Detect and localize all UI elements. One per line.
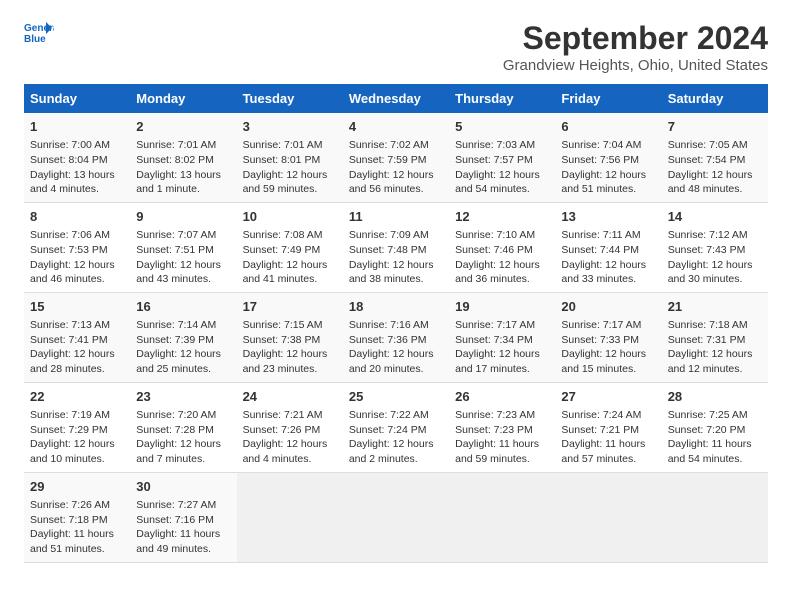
day-number: 23 bbox=[136, 388, 230, 406]
calendar-cell bbox=[343, 472, 449, 562]
calendar-cell: 1Sunrise: 7:00 AMSunset: 8:04 PMDaylight… bbox=[24, 113, 130, 202]
calendar-cell: 5Sunrise: 7:03 AMSunset: 7:57 PMDaylight… bbox=[449, 113, 555, 202]
day-number: 26 bbox=[455, 388, 549, 406]
calendar-cell: 12Sunrise: 7:10 AMSunset: 7:46 PMDayligh… bbox=[449, 202, 555, 292]
title-area: September 2024 Grandview Heights, Ohio, … bbox=[503, 20, 768, 74]
calendar-cell: 30Sunrise: 7:27 AMSunset: 7:16 PMDayligh… bbox=[130, 472, 236, 562]
calendar-cell bbox=[662, 472, 768, 562]
day-number: 19 bbox=[455, 298, 549, 316]
day-number: 17 bbox=[243, 298, 337, 316]
calendar-week-row: 29Sunrise: 7:26 AMSunset: 7:18 PMDayligh… bbox=[24, 472, 768, 562]
calendar-cell: 15Sunrise: 7:13 AMSunset: 7:41 PMDayligh… bbox=[24, 292, 130, 382]
day-number: 22 bbox=[30, 388, 124, 406]
calendar-week-row: 15Sunrise: 7:13 AMSunset: 7:41 PMDayligh… bbox=[24, 292, 768, 382]
day-number: 24 bbox=[243, 388, 337, 406]
day-number: 2 bbox=[136, 118, 230, 136]
calendar-cell: 23Sunrise: 7:20 AMSunset: 7:28 PMDayligh… bbox=[130, 382, 236, 472]
day-number: 4 bbox=[349, 118, 443, 136]
day-number: 25 bbox=[349, 388, 443, 406]
col-sunday: Sunday bbox=[24, 84, 130, 113]
calendar-cell: 3Sunrise: 7:01 AMSunset: 8:01 PMDaylight… bbox=[237, 113, 343, 202]
calendar-cell: 19Sunrise: 7:17 AMSunset: 7:34 PMDayligh… bbox=[449, 292, 555, 382]
calendar-cell: 14Sunrise: 7:12 AMSunset: 7:43 PMDayligh… bbox=[662, 202, 768, 292]
calendar-cell: 8Sunrise: 7:06 AMSunset: 7:53 PMDaylight… bbox=[24, 202, 130, 292]
day-number: 27 bbox=[561, 388, 655, 406]
day-number: 6 bbox=[561, 118, 655, 136]
day-number: 15 bbox=[30, 298, 124, 316]
day-number: 29 bbox=[30, 478, 124, 496]
day-number: 9 bbox=[136, 208, 230, 226]
day-number: 12 bbox=[455, 208, 549, 226]
day-number: 5 bbox=[455, 118, 549, 136]
page-title: September 2024 bbox=[503, 20, 768, 57]
calendar-cell: 13Sunrise: 7:11 AMSunset: 7:44 PMDayligh… bbox=[555, 202, 661, 292]
col-saturday: Saturday bbox=[662, 84, 768, 113]
calendar-week-row: 22Sunrise: 7:19 AMSunset: 7:29 PMDayligh… bbox=[24, 382, 768, 472]
calendar-cell: 27Sunrise: 7:24 AMSunset: 7:21 PMDayligh… bbox=[555, 382, 661, 472]
calendar-cell: 6Sunrise: 7:04 AMSunset: 7:56 PMDaylight… bbox=[555, 113, 661, 202]
day-number: 21 bbox=[668, 298, 762, 316]
calendar-cell: 26Sunrise: 7:23 AMSunset: 7:23 PMDayligh… bbox=[449, 382, 555, 472]
calendar-cell: 4Sunrise: 7:02 AMSunset: 7:59 PMDaylight… bbox=[343, 113, 449, 202]
calendar-cell: 10Sunrise: 7:08 AMSunset: 7:49 PMDayligh… bbox=[237, 202, 343, 292]
day-number: 13 bbox=[561, 208, 655, 226]
calendar-cell: 9Sunrise: 7:07 AMSunset: 7:51 PMDaylight… bbox=[130, 202, 236, 292]
calendar-cell bbox=[237, 472, 343, 562]
calendar-cell: 20Sunrise: 7:17 AMSunset: 7:33 PMDayligh… bbox=[555, 292, 661, 382]
calendar-cell: 28Sunrise: 7:25 AMSunset: 7:20 PMDayligh… bbox=[662, 382, 768, 472]
calendar-cell: 18Sunrise: 7:16 AMSunset: 7:36 PMDayligh… bbox=[343, 292, 449, 382]
calendar-week-row: 8Sunrise: 7:06 AMSunset: 7:53 PMDaylight… bbox=[24, 202, 768, 292]
calendar-header-row: Sunday Monday Tuesday Wednesday Thursday… bbox=[24, 84, 768, 113]
calendar-week-row: 1Sunrise: 7:00 AMSunset: 8:04 PMDaylight… bbox=[24, 113, 768, 202]
day-number: 16 bbox=[136, 298, 230, 316]
logo: General Blue bbox=[24, 20, 54, 44]
col-wednesday: Wednesday bbox=[343, 84, 449, 113]
col-monday: Monday bbox=[130, 84, 236, 113]
calendar-cell: 21Sunrise: 7:18 AMSunset: 7:31 PMDayligh… bbox=[662, 292, 768, 382]
day-number: 1 bbox=[30, 118, 124, 136]
calendar-cell: 16Sunrise: 7:14 AMSunset: 7:39 PMDayligh… bbox=[130, 292, 236, 382]
calendar-cell bbox=[555, 472, 661, 562]
calendar-cell bbox=[449, 472, 555, 562]
day-number: 14 bbox=[668, 208, 762, 226]
calendar-cell: 17Sunrise: 7:15 AMSunset: 7:38 PMDayligh… bbox=[237, 292, 343, 382]
day-number: 10 bbox=[243, 208, 337, 226]
page-subtitle: Grandview Heights, Ohio, United States bbox=[503, 57, 768, 74]
logo-icon: General Blue bbox=[24, 20, 54, 44]
calendar-cell: 25Sunrise: 7:22 AMSunset: 7:24 PMDayligh… bbox=[343, 382, 449, 472]
col-friday: Friday bbox=[555, 84, 661, 113]
day-number: 3 bbox=[243, 118, 337, 136]
calendar-cell: 22Sunrise: 7:19 AMSunset: 7:29 PMDayligh… bbox=[24, 382, 130, 472]
day-number: 7 bbox=[668, 118, 762, 136]
calendar-cell: 7Sunrise: 7:05 AMSunset: 7:54 PMDaylight… bbox=[662, 113, 768, 202]
calendar-cell: 29Sunrise: 7:26 AMSunset: 7:18 PMDayligh… bbox=[24, 472, 130, 562]
col-thursday: Thursday bbox=[449, 84, 555, 113]
header: General Blue September 2024 Grandview He… bbox=[24, 20, 768, 74]
calendar-table: Sunday Monday Tuesday Wednesday Thursday… bbox=[24, 84, 768, 563]
day-number: 18 bbox=[349, 298, 443, 316]
day-number: 8 bbox=[30, 208, 124, 226]
day-number: 11 bbox=[349, 208, 443, 226]
calendar-cell: 24Sunrise: 7:21 AMSunset: 7:26 PMDayligh… bbox=[237, 382, 343, 472]
col-tuesday: Tuesday bbox=[237, 84, 343, 113]
calendar-cell: 11Sunrise: 7:09 AMSunset: 7:48 PMDayligh… bbox=[343, 202, 449, 292]
day-number: 28 bbox=[668, 388, 762, 406]
svg-text:Blue: Blue bbox=[24, 34, 46, 44]
day-number: 20 bbox=[561, 298, 655, 316]
day-number: 30 bbox=[136, 478, 230, 496]
calendar-cell: 2Sunrise: 7:01 AMSunset: 8:02 PMDaylight… bbox=[130, 113, 236, 202]
